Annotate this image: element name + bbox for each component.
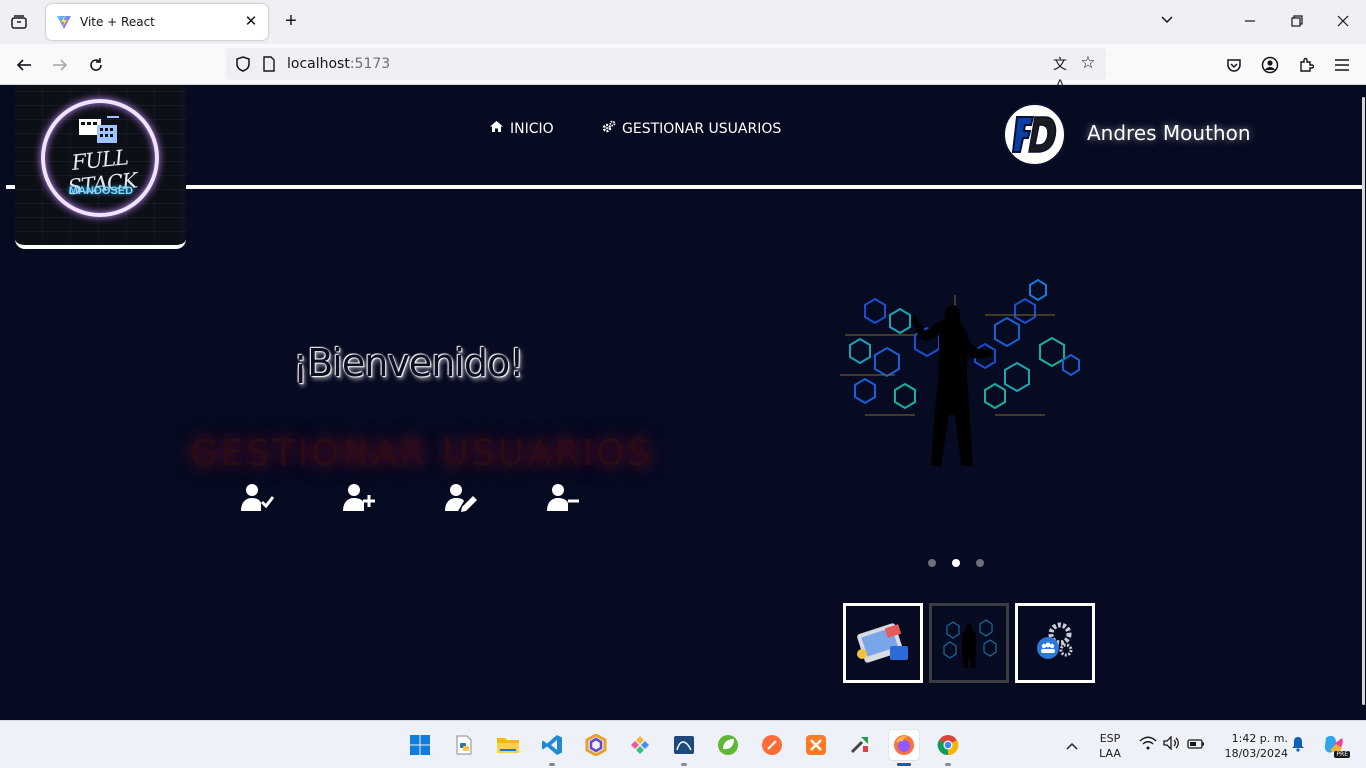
nav-home-link[interactable]: INICIO	[489, 120, 554, 137]
reload-icon[interactable]	[84, 53, 108, 77]
tools-app-icon	[850, 737, 868, 754]
clock-time: 1:42 p. m.	[1231, 732, 1288, 745]
folder-icon	[497, 738, 519, 753]
browser-tab[interactable]: Vite + React ✕	[46, 4, 268, 40]
clock-date: 18/03/2024	[1224, 747, 1288, 760]
close-window-icon[interactable]	[1331, 10, 1355, 34]
windows-taskbar: ESP LAA 1:42 p. m. 18/03/2024 PRE	[0, 720, 1366, 768]
header-divider	[6, 185, 1362, 189]
spring-leaf-icon	[718, 735, 738, 755]
dashboard-icon	[79, 116, 119, 143]
page-scrollbar[interactable]	[1362, 97, 1365, 705]
windows-logo-icon	[410, 735, 430, 755]
nav-manage-users-link[interactable]: GESTIONAR USUARIOS	[602, 120, 781, 138]
start-button[interactable]	[405, 730, 435, 760]
logo-text-sub: MANDOSED	[68, 185, 134, 197]
taskbar-app-hexagon[interactable]	[581, 730, 611, 760]
section-title: GESTIONAR USUARIOS	[190, 433, 654, 474]
taskbar-chrome[interactable]	[933, 730, 963, 766]
fd-logo-icon	[1005, 105, 1064, 164]
language-indicator[interactable]: ESP LAA	[1096, 731, 1124, 761]
wifi-icon[interactable]	[1138, 736, 1158, 754]
address-bar[interactable]: localhost:5173 文A ☆	[226, 48, 1106, 92]
restore-icon[interactable]	[1285, 10, 1309, 34]
taskbar-mysql-workbench[interactable]	[669, 730, 699, 766]
clock[interactable]: 1:42 p. m. 18/03/2024	[1216, 731, 1288, 761]
carousel-dot-1[interactable]	[928, 559, 936, 567]
home-icon	[489, 120, 504, 137]
carousel-slide-image	[840, 278, 1080, 467]
taskbar-python-app[interactable]	[449, 730, 479, 760]
new-tab-icon[interactable]: +	[280, 10, 302, 32]
welcome-heading: ¡Bienvenido!	[293, 341, 524, 385]
volume-icon[interactable]	[1162, 735, 1182, 754]
xampp-icon	[806, 735, 826, 755]
minimize-icon[interactable]	[1238, 10, 1262, 34]
notifications-bell-icon[interactable]	[1288, 736, 1308, 754]
tracking-protection-icon[interactable]	[234, 55, 252, 73]
user-edit-icon[interactable]	[444, 483, 478, 513]
firefox-icon	[894, 735, 914, 755]
browser-tab-bar: Vite + React ✕ +	[0, 0, 1366, 44]
user-management-gear-icon	[1037, 622, 1073, 659]
taskbar-postman[interactable]	[757, 730, 787, 760]
nav-manage-users-label: GESTIONAR USUARIOS	[622, 121, 782, 137]
taskbar-vscode[interactable]	[537, 730, 567, 766]
taskbar-file-explorer[interactable]	[493, 730, 523, 760]
gears-icon	[602, 120, 616, 138]
devices-illustration-icon	[857, 623, 908, 663]
diamonds-app-icon	[631, 736, 649, 754]
user-minus-icon[interactable]	[546, 483, 580, 513]
carousel-thumb-2[interactable]	[929, 603, 1009, 683]
user-plus-icon[interactable]	[342, 483, 376, 513]
translate-icon[interactable]: 文A	[1050, 54, 1070, 92]
user-name: Andres Mouthon	[1087, 121, 1251, 145]
taskbar-xampp[interactable]	[801, 730, 831, 760]
taskbar-app-diamonds[interactable]	[625, 730, 655, 760]
carousel-dot-2[interactable]	[952, 559, 960, 567]
show-hidden-icons-icon[interactable]	[1062, 736, 1082, 754]
site-logo[interactable]: FULL STACK MANDOSED	[15, 85, 186, 249]
taskbar-firefox[interactable]	[889, 730, 919, 766]
tab-list-icon[interactable]	[8, 12, 30, 32]
carousel-dot-3[interactable]	[976, 559, 984, 567]
url-text[interactable]: localhost:5173	[287, 56, 390, 72]
carousel-thumb-3[interactable]	[1015, 603, 1095, 683]
taskbar-app-tools[interactable]	[845, 730, 875, 760]
pocket-icon[interactable]	[1222, 53, 1246, 77]
close-tab-icon[interactable]: ✕	[242, 13, 260, 31]
tab-title: Vite + React	[80, 15, 155, 29]
vite-favicon-icon	[57, 15, 71, 29]
page-info-icon[interactable]	[262, 56, 276, 72]
database-workbench-icon	[674, 736, 694, 754]
hexagon-app-icon	[585, 734, 607, 756]
copilot-button[interactable]: PRE	[1318, 730, 1350, 760]
page-content: FULL STACK MANDOSED INICIO GESTIONAR USU…	[0, 85, 1366, 720]
nav-home-label: INICIO	[510, 120, 554, 137]
chrome-icon	[937, 735, 959, 756]
copilot-badge: PRE	[1334, 751, 1350, 758]
python-file-icon	[456, 735, 472, 755]
user-avatar[interactable]	[1003, 103, 1066, 166]
account-icon[interactable]	[1258, 53, 1282, 77]
postman-icon	[762, 735, 782, 755]
taskbar-spring-tool[interactable]	[713, 730, 743, 760]
browser-nav-bar: localhost:5173 文A ☆	[0, 44, 1366, 92]
battery-icon[interactable]	[1186, 736, 1206, 754]
silhouette-thumb-icon	[943, 619, 997, 668]
back-icon[interactable]	[12, 53, 36, 77]
extensions-icon[interactable]	[1294, 53, 1318, 77]
user-check-icon[interactable]	[240, 483, 274, 513]
forward-icon[interactable]	[48, 53, 72, 77]
bookmark-star-icon[interactable]: ☆	[1078, 53, 1098, 73]
menu-icon[interactable]	[1330, 53, 1354, 77]
vscode-icon	[542, 735, 562, 755]
list-all-tabs-icon[interactable]	[1155, 10, 1179, 34]
carousel-thumb-1[interactable]	[843, 603, 923, 683]
